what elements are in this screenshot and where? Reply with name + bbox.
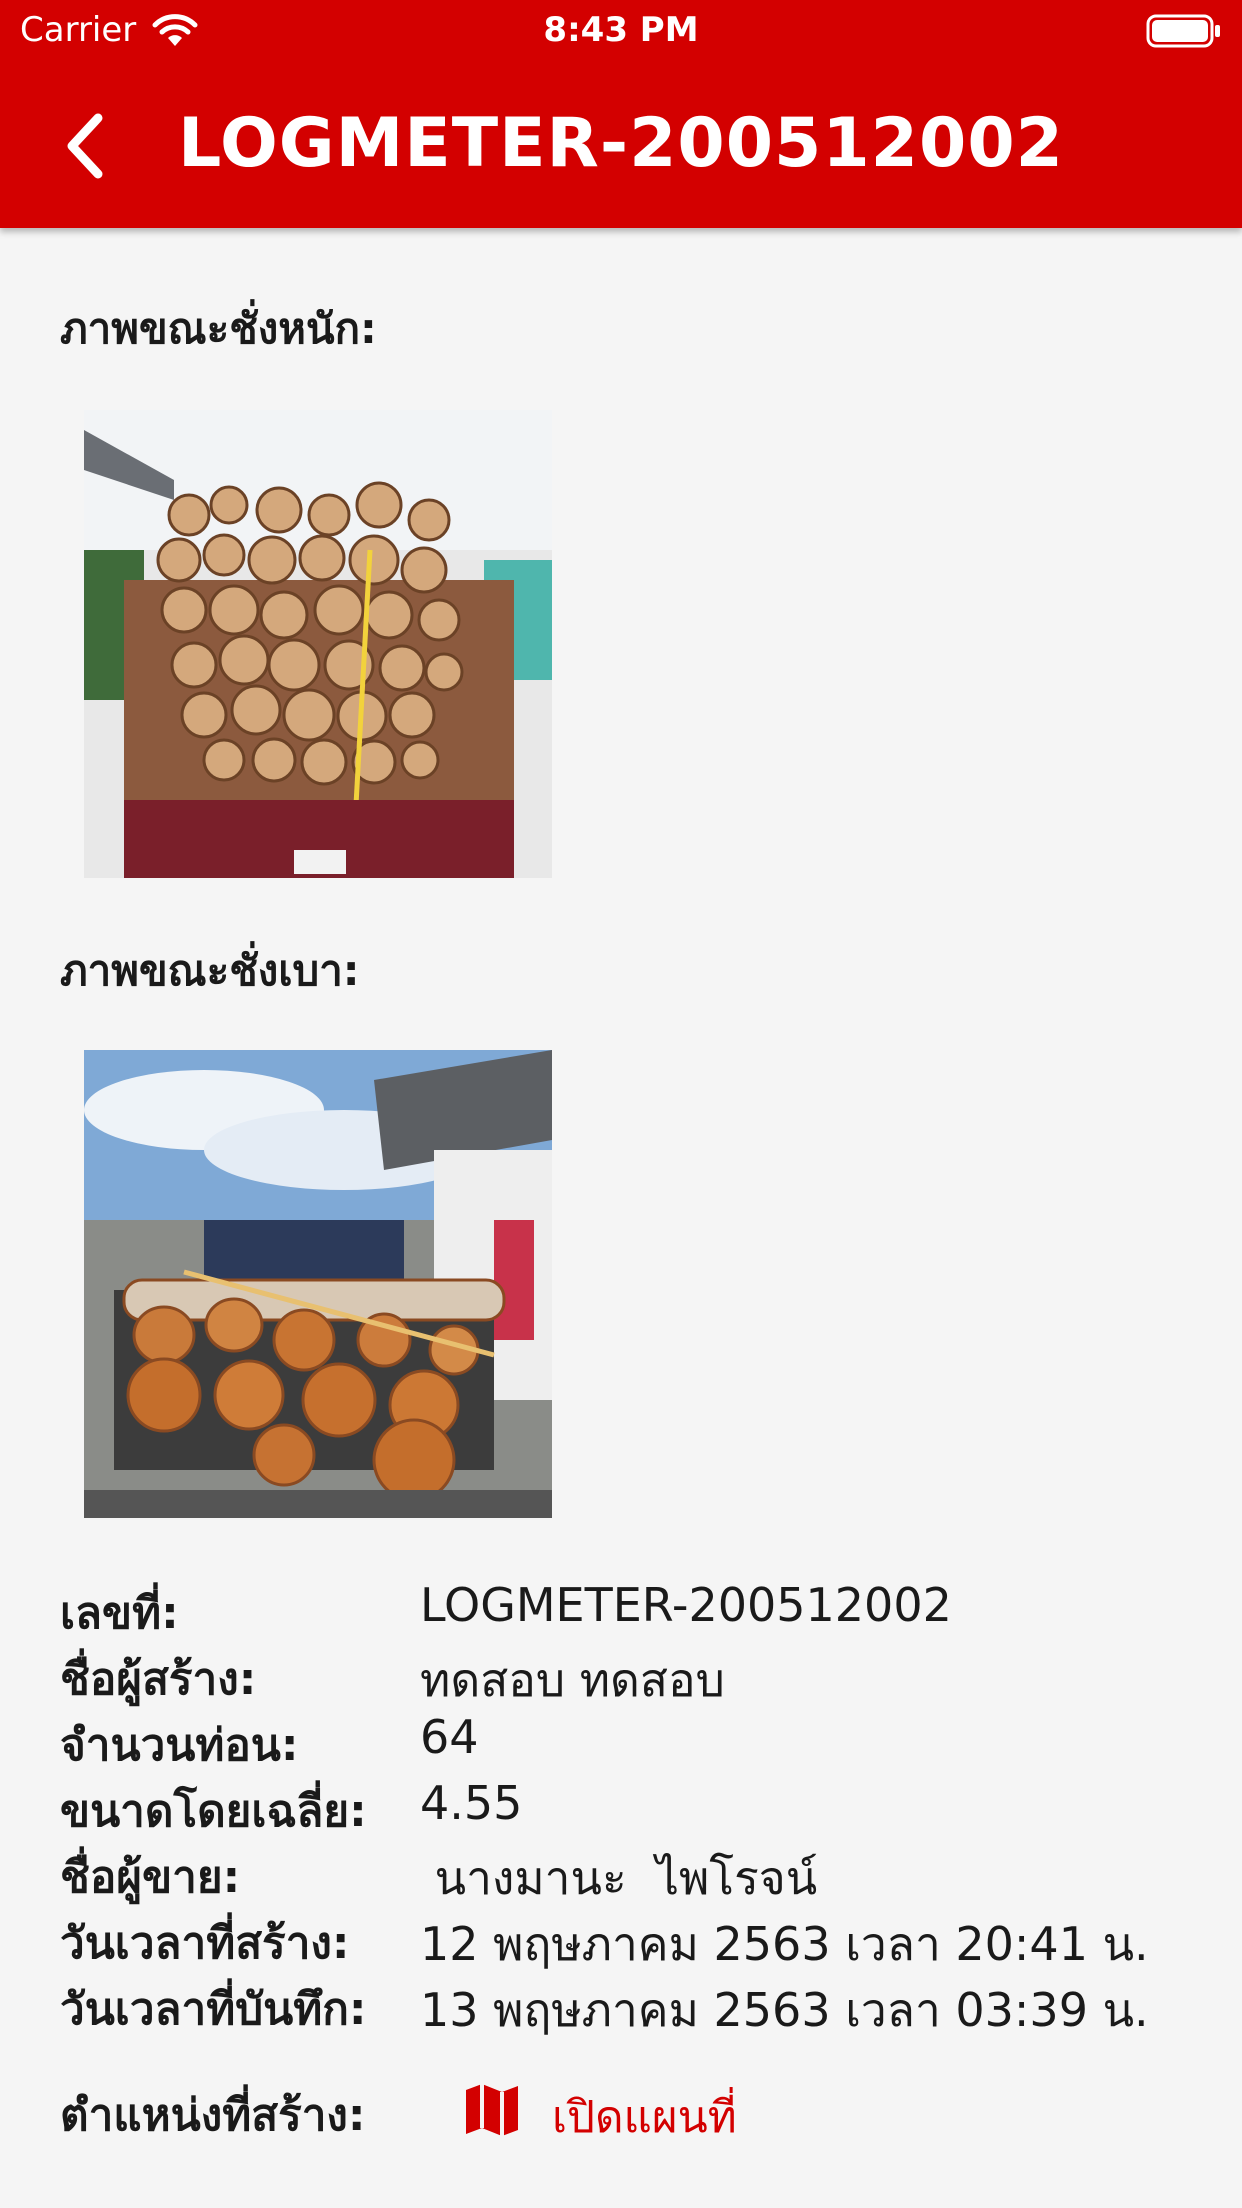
detail-value: 64 xyxy=(420,1710,479,1764)
status-bar: Carrier 8:43 PM xyxy=(0,0,1242,62)
detail-value: 4.55 xyxy=(420,1776,523,1830)
page-title: LOGMETER-200512002 xyxy=(178,104,1064,183)
map-icon xyxy=(466,2084,518,2136)
heavy-photo-label: ภาพขณะชั่งหนัก: xyxy=(60,304,377,353)
light-weighing-photo[interactable] xyxy=(84,1050,552,1518)
detail-label: ชื่อผู้ขาย: xyxy=(60,1852,241,1903)
detail-value: LOGMETER-200512002 xyxy=(420,1578,952,1632)
detail-label: ขนาดโดยเฉลี่ย: xyxy=(60,1786,367,1837)
battery-icon xyxy=(1146,14,1222,52)
open-map-label: เปิดแผนที่ xyxy=(552,2092,737,2143)
detail-label: ชื่อผู้สร้าง: xyxy=(60,1654,257,1705)
detail-value: 12 พฤษภาคม 2563 เวลา 20:41 น. xyxy=(420,1917,1149,1971)
heavy-weighing-photo[interactable] xyxy=(84,410,552,878)
clock-time: 8:43 PM xyxy=(543,10,699,50)
app-bar: Carrier 8:43 PM LOGMETER-200512002 xyxy=(0,0,1242,228)
detail-value: 13 พฤษภาคม 2563 เวลา 03:39 น. xyxy=(420,1983,1149,2037)
detail-label: จำนวนท่อน: xyxy=(60,1720,299,1771)
detail-value: ทดสอบ ทดสอบ xyxy=(420,1653,725,1707)
light-photo-label: ภาพขณะชั่งเบา: xyxy=(60,946,360,995)
location-label: ตำแหน่งที่สร้าง: xyxy=(60,2090,366,2141)
detail-label: วันเวลาที่บันทึก: xyxy=(60,1984,367,2035)
detail-label: เลขที่: xyxy=(60,1588,179,1639)
detail-label: วันเวลาที่สร้าง: xyxy=(60,1918,350,1969)
open-map-button[interactable]: เปิดแผนที่ xyxy=(460,2078,820,2143)
detail-value: นางมานะ ไพโรจน์ xyxy=(420,1851,818,1905)
